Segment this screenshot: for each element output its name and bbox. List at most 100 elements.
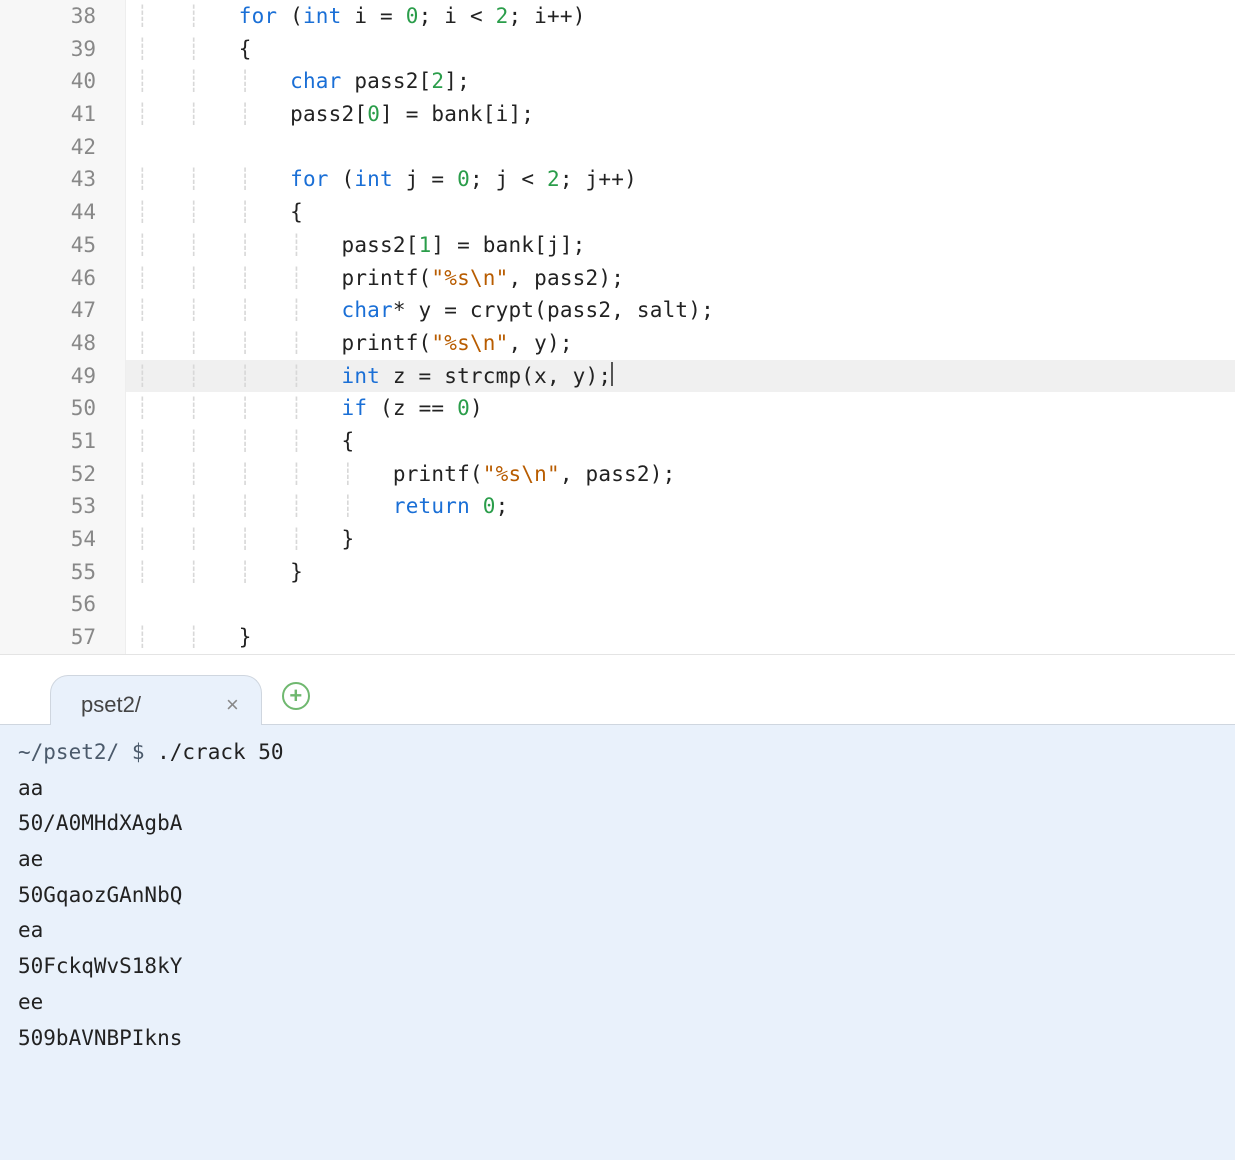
- close-icon[interactable]: ×: [226, 692, 239, 718]
- fold-gutter: [108, 229, 126, 262]
- code-content[interactable]: ┊ ┊ ┊ ┊ if (z == 0): [136, 392, 1235, 425]
- code-line[interactable]: 43 ┊ ┊ ┊ for (int j = 0; j < 2; j++): [0, 163, 1235, 196]
- terminal-prompt-line: ~/pset2/ $ ./crack 50: [18, 735, 1217, 771]
- fold-gutter: [108, 65, 126, 98]
- terminal-tab-label: pset2/: [81, 692, 141, 718]
- code-content[interactable]: ┊ ┊ ┊ pass2[0] = bank[i];: [136, 98, 1235, 131]
- code-line[interactable]: 47 ┊ ┊ ┊ ┊ char* y = crypt(pass2, salt);: [0, 294, 1235, 327]
- code-line[interactable]: 49 ┊ ┊ ┊ ┊ int z = strcmp(x, y);: [0, 360, 1235, 393]
- code-line[interactable]: 39 ┊ ┊ {: [0, 33, 1235, 66]
- code-line[interactable]: 52 ┊ ┊ ┊ ┊ ┊ printf("%s\n", pass2);: [0, 458, 1235, 491]
- prompt-symbol: $: [132, 740, 157, 764]
- code-content[interactable]: ┊ ┊ ┊ ┊ pass2[1] = bank[j];: [136, 229, 1235, 262]
- fold-gutter: [108, 490, 126, 523]
- code-content[interactable]: ┊ ┊ for (int i = 0; i < 2; i++): [136, 0, 1235, 33]
- line-number: 45: [0, 229, 108, 262]
- code-content[interactable]: ┊ ┊ ┊ char pass2[2];: [136, 65, 1235, 98]
- code-content[interactable]: ┊ ┊ ┊ ┊ {: [136, 425, 1235, 458]
- terminal-output-line: ae: [18, 842, 1217, 878]
- code-line[interactable]: 38 ┊ ┊ for (int i = 0; i < 2; i++): [0, 0, 1235, 33]
- code-line[interactable]: 57 ┊ ┊ }: [0, 621, 1235, 654]
- fold-gutter: [108, 196, 126, 229]
- line-number: 39: [0, 33, 108, 66]
- line-number: 48: [0, 327, 108, 360]
- line-number: 43: [0, 163, 108, 196]
- fold-gutter: [108, 0, 126, 33]
- code-editor[interactable]: 38 ┊ ┊ for (int i = 0; i < 2; i++) 39 ┊ ┊ {…: [0, 0, 1235, 655]
- code-content[interactable]: [136, 588, 1235, 621]
- code-line[interactable]: 55 ┊ ┊ ┊ }: [0, 556, 1235, 589]
- fold-gutter: [108, 262, 126, 295]
- line-number: 52: [0, 458, 108, 491]
- fold-gutter: [108, 556, 126, 589]
- fold-gutter: [108, 163, 126, 196]
- code-line[interactable]: 54 ┊ ┊ ┊ ┊ }: [0, 523, 1235, 556]
- fold-gutter: [108, 33, 126, 66]
- fold-gutter: [108, 425, 126, 458]
- code-content[interactable]: ┊ ┊ ┊ ┊ char* y = crypt(pass2, salt);: [136, 294, 1235, 327]
- code-line[interactable]: 50┊ ┊ ┊ ┊ if (z == 0): [0, 392, 1235, 425]
- code-content[interactable]: ┊ ┊ ┊ ┊ printf("%s\n", pass2);: [136, 262, 1235, 295]
- code-content[interactable]: ┊ ┊ ┊ {: [136, 196, 1235, 229]
- code-line[interactable]: 56: [0, 588, 1235, 621]
- fold-gutter: [108, 131, 126, 164]
- terminal-output-line: ee: [18, 985, 1217, 1021]
- code-line[interactable]: 41 ┊ ┊ ┊ pass2[0] = bank[i];: [0, 98, 1235, 131]
- code-content[interactable]: ┊ ┊ {: [136, 33, 1235, 66]
- prompt-path: ~/pset2/: [18, 740, 119, 764]
- code-content[interactable]: ┊ ┊ ┊ }: [136, 556, 1235, 589]
- terminal-output-line: 509bAVNBPIkns: [18, 1021, 1217, 1057]
- terminal-output-line: aa: [18, 771, 1217, 807]
- fold-gutter: [108, 294, 126, 327]
- code-line[interactable]: 46 ┊ ┊ ┊ ┊ printf("%s\n", pass2);: [0, 262, 1235, 295]
- terminal-command: ./crack 50: [157, 740, 283, 764]
- fold-gutter: [108, 458, 126, 491]
- line-number: 42: [0, 131, 108, 164]
- line-number: 49: [0, 360, 108, 393]
- code-content[interactable]: ┊ ┊ ┊ for (int j = 0; j < 2; j++): [136, 163, 1235, 196]
- code-line[interactable]: 44 ┊ ┊ ┊ {: [0, 196, 1235, 229]
- code-line[interactable]: 42: [0, 131, 1235, 164]
- add-terminal-button[interactable]: +: [282, 682, 310, 710]
- fold-gutter: [108, 327, 126, 360]
- line-number: 44: [0, 196, 108, 229]
- code-content[interactable]: ┊ ┊ ┊ ┊ ┊ return 0;: [136, 490, 1235, 523]
- line-number: 40: [0, 65, 108, 98]
- line-number: 57: [0, 621, 108, 654]
- fold-gutter: [108, 392, 126, 425]
- code-line[interactable]: 40 ┊ ┊ ┊ char pass2[2];: [0, 65, 1235, 98]
- line-number: 56: [0, 588, 108, 621]
- line-number: 55: [0, 556, 108, 589]
- line-number: 46: [0, 262, 108, 295]
- fold-gutter: [108, 360, 126, 393]
- terminal-body[interactable]: ~/pset2/ $ ./crack 50 aa50/A0MHdXAgbAae5…: [0, 725, 1235, 1066]
- terminal-output-line: 50FckqWvS18kY: [18, 949, 1217, 985]
- fold-gutter: [108, 98, 126, 131]
- code-line[interactable]: 53 ┊ ┊ ┊ ┊ ┊ return 0;: [0, 490, 1235, 523]
- text-cursor: [611, 362, 613, 386]
- code-content[interactable]: [136, 131, 1235, 164]
- terminal-output-line: 50/A0MHdXAgbA: [18, 806, 1217, 842]
- terminal-tab[interactable]: pset2/ ×: [50, 675, 262, 725]
- line-number: 38: [0, 0, 108, 33]
- code-content[interactable]: ┊ ┊ }: [136, 621, 1235, 654]
- line-number: 51: [0, 425, 108, 458]
- line-number: 41: [0, 98, 108, 131]
- line-number: 54: [0, 523, 108, 556]
- code-content[interactable]: ┊ ┊ ┊ ┊ int z = strcmp(x, y);: [136, 360, 1235, 393]
- terminal-output-line: ea: [18, 913, 1217, 949]
- terminal-tabbar: pset2/ × +: [0, 655, 1235, 725]
- terminal-panel: pset2/ × + ~/pset2/ $ ./crack 50 aa50/A0…: [0, 655, 1235, 1160]
- code-line[interactable]: 45 ┊ ┊ ┊ ┊ pass2[1] = bank[j];: [0, 229, 1235, 262]
- code-line[interactable]: 51 ┊ ┊ ┊ ┊ {: [0, 425, 1235, 458]
- line-number: 47: [0, 294, 108, 327]
- fold-gutter: [108, 588, 126, 621]
- fold-gutter: [108, 621, 126, 654]
- code-content[interactable]: ┊ ┊ ┊ ┊ }: [136, 523, 1235, 556]
- terminal-output-line: 50GqaozGAnNbQ: [18, 878, 1217, 914]
- code-content[interactable]: ┊ ┊ ┊ ┊ ┊ printf("%s\n", pass2);: [136, 458, 1235, 491]
- line-number: 53: [0, 490, 108, 523]
- fold-gutter: [108, 523, 126, 556]
- code-content[interactable]: ┊ ┊ ┊ ┊ printf("%s\n", y);: [136, 327, 1235, 360]
- code-line[interactable]: 48 ┊ ┊ ┊ ┊ printf("%s\n", y);: [0, 327, 1235, 360]
